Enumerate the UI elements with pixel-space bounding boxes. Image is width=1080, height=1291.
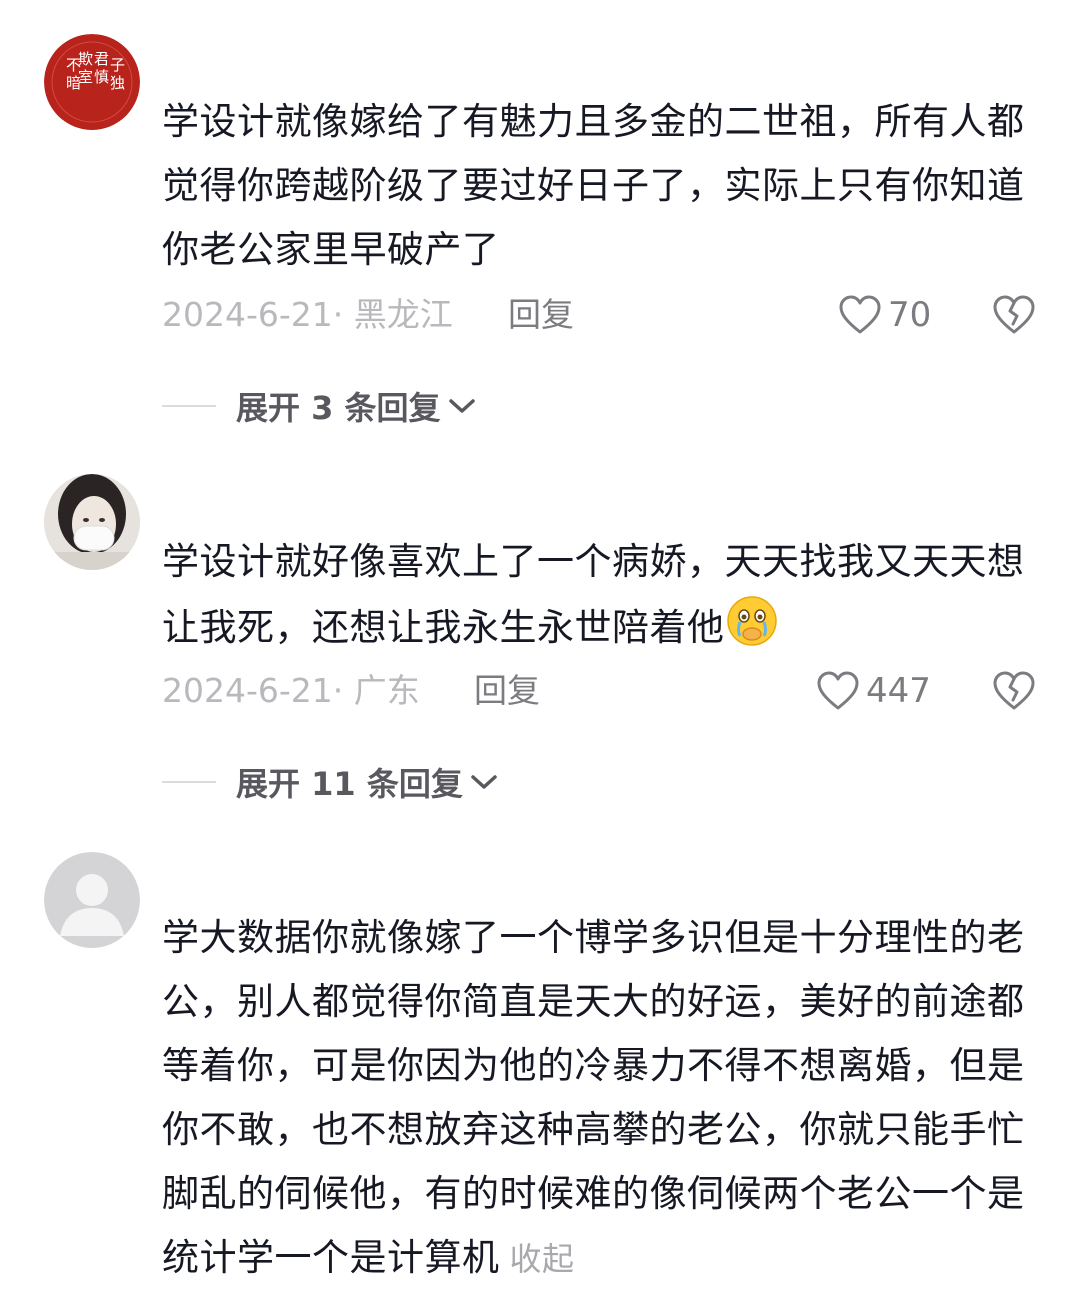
collapse-button[interactable]: 收起 (510, 1240, 575, 1278)
avatar[interactable] (44, 852, 140, 948)
reply-button[interactable]: 回复 (474, 666, 540, 716)
comment-meta: 2024-6-21· 黑龙江 回复 70 (162, 290, 1042, 340)
comment-text: 学设计就像嫁给了有魅力且多金的二世祖，所有人都觉得你跨越阶级了要过好日子了，实际… (162, 100, 1025, 271)
avatar[interactable]: 君 子 慎 独 不 欺 暗 室 (44, 34, 140, 130)
broken-heart-icon[interactable] (992, 294, 1036, 336)
user-photo-avatar-icon (44, 474, 140, 570)
like-count: 70 (888, 295, 932, 335)
heart-icon (817, 671, 859, 710)
divider-line (162, 405, 216, 407)
comment-date-location: 2024-6-21· 黑龙江 (162, 295, 453, 334)
seal-logo-icon: 君 子 慎 独 不 欺 暗 室 (44, 34, 140, 130)
comment-text: 学大数据你就像嫁了一个博学多识但是十分理性的老公，别人都觉得你简直是天大的好运，… (162, 906, 1042, 1291)
like-button[interactable]: 70 (838, 290, 931, 340)
svg-text:慎: 慎 (94, 68, 109, 86)
comment-text-body: 学大数据你就像嫁了一个博学多识但是十分理性的老公，别人都觉得你简直是天大的好运，… (162, 916, 1025, 1279)
svg-text:室: 室 (78, 68, 93, 86)
crying-face-emoji-icon (726, 596, 777, 646)
svg-text:子: 子 (110, 56, 125, 74)
heart-icon (839, 295, 881, 334)
comment-text: 学设计就好像喜欢上了一个病娇，天天找我又天天想让我死，还想让我永生永世陪着他 (162, 530, 1042, 660)
expand-replies-button[interactable]: 展开 3 条回复 (162, 384, 477, 428)
chevron-down-icon (471, 775, 497, 789)
avatar[interactable] (44, 474, 140, 570)
like-button[interactable]: 447 (816, 666, 931, 716)
reply-button[interactable]: 回复 (508, 290, 574, 340)
default-avatar-icon (44, 852, 140, 948)
comment-date-location: 2024-6-21· 广东 (162, 671, 420, 710)
comment-text-body: 学设计就好像喜欢上了一个病娇，天天找我又天天想让我死，还想让我永生永世陪着他 (162, 540, 1025, 649)
expand-replies-label: 展开 3 条回复 (236, 389, 441, 427)
divider-line (162, 781, 216, 783)
expand-replies-label: 展开 11 条回复 (236, 765, 463, 803)
comment-meta: 2024-6-21· 广东 回复 447 (162, 666, 1042, 716)
svg-text:独: 独 (110, 74, 125, 92)
broken-heart-icon[interactable] (992, 670, 1036, 712)
svg-text:欺: 欺 (78, 50, 93, 68)
expand-replies-button[interactable]: 展开 11 条回复 (162, 760, 499, 804)
chevron-down-icon (448, 399, 475, 413)
svg-text:君: 君 (94, 50, 109, 68)
like-count: 447 (866, 671, 931, 711)
